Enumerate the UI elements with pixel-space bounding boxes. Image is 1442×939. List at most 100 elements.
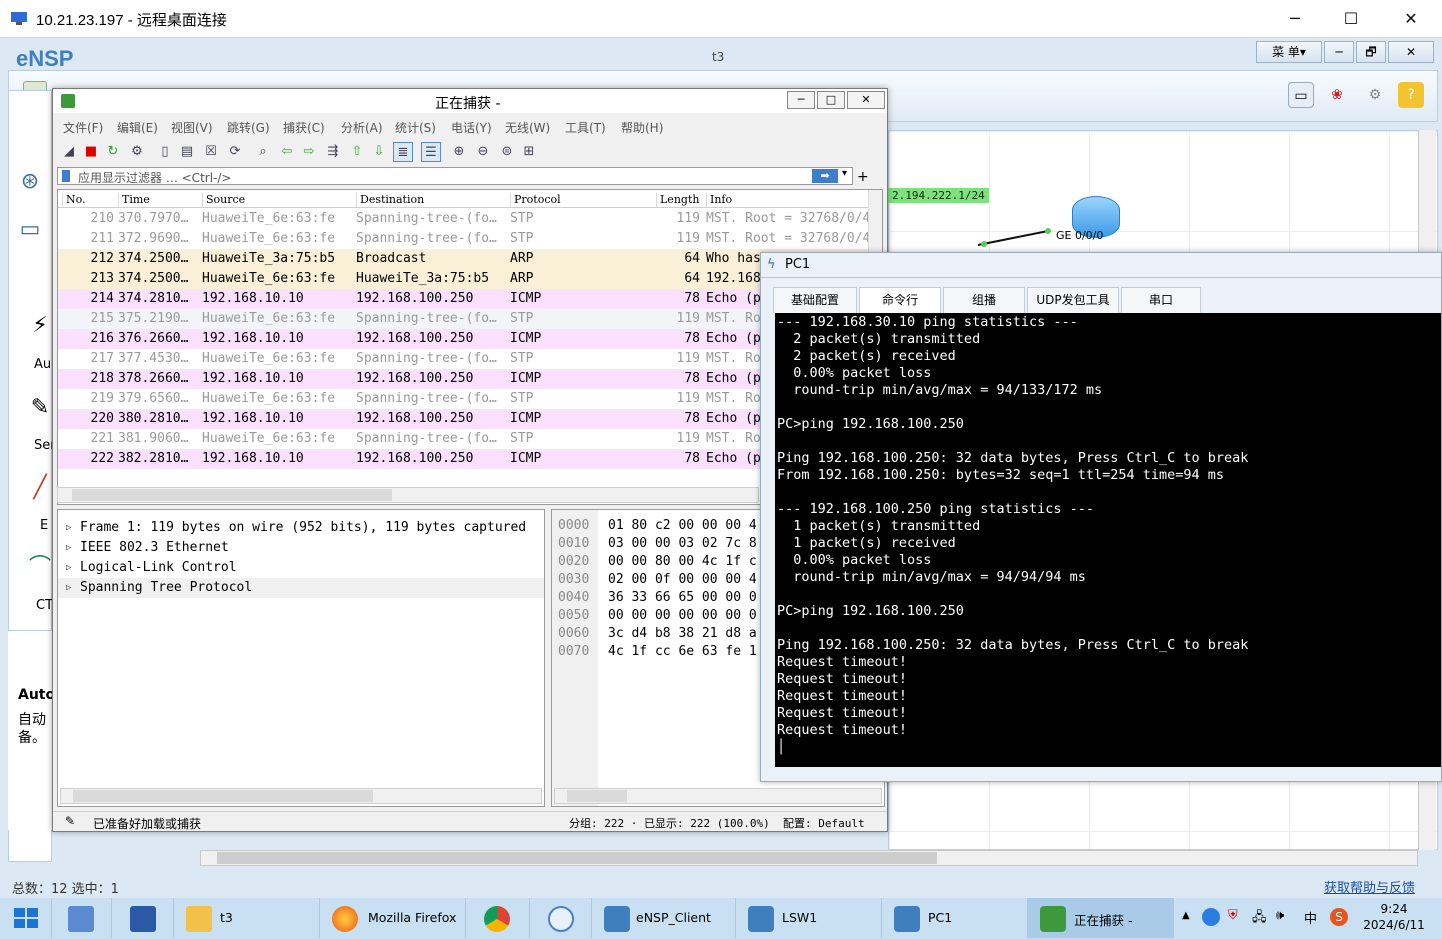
profile-status[interactable]: 配置: Default <box>783 815 865 831</box>
sogou-tray-icon[interactable]: S <box>1330 908 1348 926</box>
rdp-maximize-button[interactable]: ☐ <box>1322 0 1380 38</box>
packet-list-hscroll[interactable] <box>57 487 759 503</box>
volume-tray-icon[interactable]: 🕪 <box>1276 908 1284 923</box>
display-filter-input[interactable]: 应用显示过滤器 … <Ctrl-/> <box>78 169 231 186</box>
filter-dropdown-icon[interactable]: ▾ <box>842 168 847 179</box>
zoom-reset-icon[interactable]: ⊜ <box>497 142 517 162</box>
taskbar-chrome[interactable] <box>466 898 530 938</box>
resize-columns-icon[interactable]: ⊞ <box>519 142 539 162</box>
packet-row[interactable]: 218 378.2660… 192.168.10.10 192.168.100.250… <box>58 369 870 389</box>
autoscroll-icon[interactable]: ≣ <box>393 142 413 162</box>
canvas-horizontal-scrollbar[interactable] <box>200 850 1418 866</box>
add-filter-button[interactable]: + <box>857 169 869 185</box>
packet-row[interactable]: 213 374.2500… HuaweiTe_6e:63:fe HuaweiTe_3a… <box>58 269 870 289</box>
ensp-minimize-button[interactable]: ─ <box>1324 41 1354 63</box>
bytes-hex[interactable]: 02 00 0f 00 00 00 4 <box>608 572 757 587</box>
menu-item[interactable]: 捕获(C) <box>283 119 325 136</box>
topology-link[interactable] <box>888 225 1068 255</box>
command-line-terminal[interactable]: --- 192.168.30.10 ping statistics --- 2 … <box>775 313 1441 767</box>
packet-row[interactable]: 214 374.2810… 192.168.10.10 192.168.100.250… <box>58 289 870 309</box>
ensp-close-button[interactable]: ✕ <box>1388 41 1434 63</box>
router-icon[interactable]: ⊛ <box>12 166 48 198</box>
packet-row[interactable]: 219 379.6560… HuaweiTe_6e:63:fe Spanning-tr… <box>58 389 870 409</box>
details-scroll-thumb[interactable] <box>73 790 373 802</box>
zoom-in-icon[interactable]: ⊕ <box>449 142 469 162</box>
security-tray-icon[interactable]: ⛨ <box>1228 908 1238 923</box>
chat-icon[interactable]: ▭ <box>1288 82 1314 108</box>
wireshark-maximize-button[interactable]: □ <box>817 91 845 109</box>
packet-row[interactable]: 212 374.2500… HuaweiTe_3a:75:b5 Broadcast AR… <box>58 249 870 269</box>
bookmark-icon[interactable] <box>62 170 70 182</box>
zoom-out-icon[interactable]: ⊖ <box>473 142 493 162</box>
menu-item[interactable]: 视图(V) <box>171 119 213 136</box>
bytes-scroll-thumb[interactable] <box>567 790 627 802</box>
restart-capture-icon[interactable]: ↻ <box>103 142 123 162</box>
taskbar-clock[interactable]: 9:24 2024/6/11 <box>1362 901 1426 933</box>
topology-ip-label[interactable]: 2.194.222.1/24 <box>888 188 989 203</box>
go-to-packet-icon[interactable]: ⇶ <box>323 142 343 162</box>
bytes-hex[interactable]: 3c d4 b8 38 21 d8 a <box>608 626 757 641</box>
pc1-tab[interactable]: UDP发包工具 <box>1027 287 1119 313</box>
expand-triangle-icon[interactable]: ▷ <box>66 538 71 558</box>
menu-item[interactable]: 工具(T) <box>565 119 606 136</box>
packet-details-pane[interactable]: ▷ Frame 1: 119 bytes on wire (952 bits), … <box>57 509 545 807</box>
detail-row[interactable]: ▷ Logical-Link Control <box>58 558 544 578</box>
tray-expand-icon[interactable]: ▲ <box>1182 910 1190 921</box>
column-header[interactable]: Protocol <box>510 193 561 207</box>
close-file-icon[interactable]: ☒ <box>201 142 221 162</box>
start-button[interactable] <box>0 898 52 938</box>
colorize-icon[interactable]: ☰ <box>421 142 441 162</box>
detail-row[interactable]: ▷ IEEE 802.3 Ethernet <box>58 538 544 558</box>
rdp-close-button[interactable]: ✕ <box>1382 0 1440 38</box>
taskbar-pc1[interactable]: PC1 <box>882 898 1028 938</box>
find-packet-icon[interactable]: ⌕ <box>253 142 273 162</box>
column-header[interactable]: Info <box>706 193 732 207</box>
column-header[interactable]: Time <box>118 193 150 207</box>
canvas-scroll-thumb[interactable] <box>217 852 937 864</box>
packet-row[interactable]: 221 381.9060… HuaweiTe_6e:63:fe Spanning-tr… <box>58 429 870 449</box>
pc1-tab[interactable]: 命令行 <box>859 287 941 313</box>
rdp-minimize-button[interactable]: ─ <box>1266 0 1324 38</box>
ime-indicator[interactable]: 中 <box>1304 908 1317 927</box>
pc1-tab[interactable]: 基础配置 <box>773 287 857 313</box>
ensp-menu-button[interactable]: 菜 单▾ <box>1256 41 1322 63</box>
wireshark-minimize-button[interactable]: ─ <box>787 91 815 109</box>
menu-item[interactable]: 文件(F) <box>63 119 103 136</box>
taskbar-firefox[interactable]: Mozilla Firefox <box>320 898 466 938</box>
open-file-icon[interactable]: ▯ <box>155 142 175 162</box>
expand-triangle-icon[interactable]: ▷ <box>66 518 71 538</box>
taskbar-t3-folder[interactable]: t3 <box>174 898 320 938</box>
packet-row[interactable]: 222 382.2810… 192.168.10.10 192.168.100.250… <box>58 449 870 469</box>
go-back-icon[interactable]: ⇦ <box>277 142 297 162</box>
expand-triangle-icon[interactable]: ▷ <box>66 558 71 578</box>
pc1-tab[interactable]: 组播 <box>943 287 1025 313</box>
save-file-icon[interactable]: ▤ <box>177 142 197 162</box>
expand-triangle-icon[interactable]: ▷ <box>66 578 71 598</box>
huawei-logo-icon[interactable]: ❀ <box>1324 82 1350 108</box>
help-feedback-link[interactable]: 获取帮助与反馈 <box>1324 877 1415 896</box>
go-forward-icon[interactable]: ⇨ <box>299 142 319 162</box>
last-packet-icon[interactable]: ⇩ <box>369 142 389 162</box>
taskbar-app[interactable] <box>530 898 592 938</box>
menu-item[interactable]: 统计(S) <box>395 119 436 136</box>
bytes-hex[interactable]: 01 80 c2 00 00 00 4 <box>608 518 757 533</box>
expert-info-icon[interactable]: ✎ <box>65 814 75 828</box>
display-filter-bar[interactable]: 应用显示过滤器 … <Ctrl-/> ➡ ▾ <box>57 167 853 185</box>
terminal-cursor[interactable]: │ <box>777 739 1439 756</box>
reload-icon[interactable]: ⟳ <box>225 142 245 162</box>
column-header[interactable]: Length <box>656 193 699 207</box>
packet-row[interactable]: 216 376.2660… 192.168.10.10 192.168.100.250… <box>58 329 870 349</box>
bytes-hex[interactable]: 00 00 80 00 4c 1f c <box>608 554 757 569</box>
apply-filter-arrow-icon[interactable]: ➡ <box>812 169 838 183</box>
edge-tray-icon[interactable] <box>1202 908 1220 926</box>
menu-item[interactable]: 帮助(H) <box>621 119 663 136</box>
settings-gear-icon[interactable]: ⚙ <box>1362 82 1388 108</box>
taskbar-ensp-client[interactable]: eNSP_Client <box>592 898 736 938</box>
menu-item[interactable]: 编辑(E) <box>117 119 158 136</box>
menu-item[interactable]: 无线(W) <box>505 119 550 136</box>
packet-list-scroll-thumb[interactable] <box>72 489 392 501</box>
stop-capture-icon[interactable]: ■ <box>81 142 101 162</box>
taskbar-powershell[interactable] <box>112 898 174 938</box>
bytes-hex[interactable]: 4c 1f cc 6e 63 fe 1 <box>608 644 757 659</box>
column-header[interactable]: Source <box>202 193 245 207</box>
